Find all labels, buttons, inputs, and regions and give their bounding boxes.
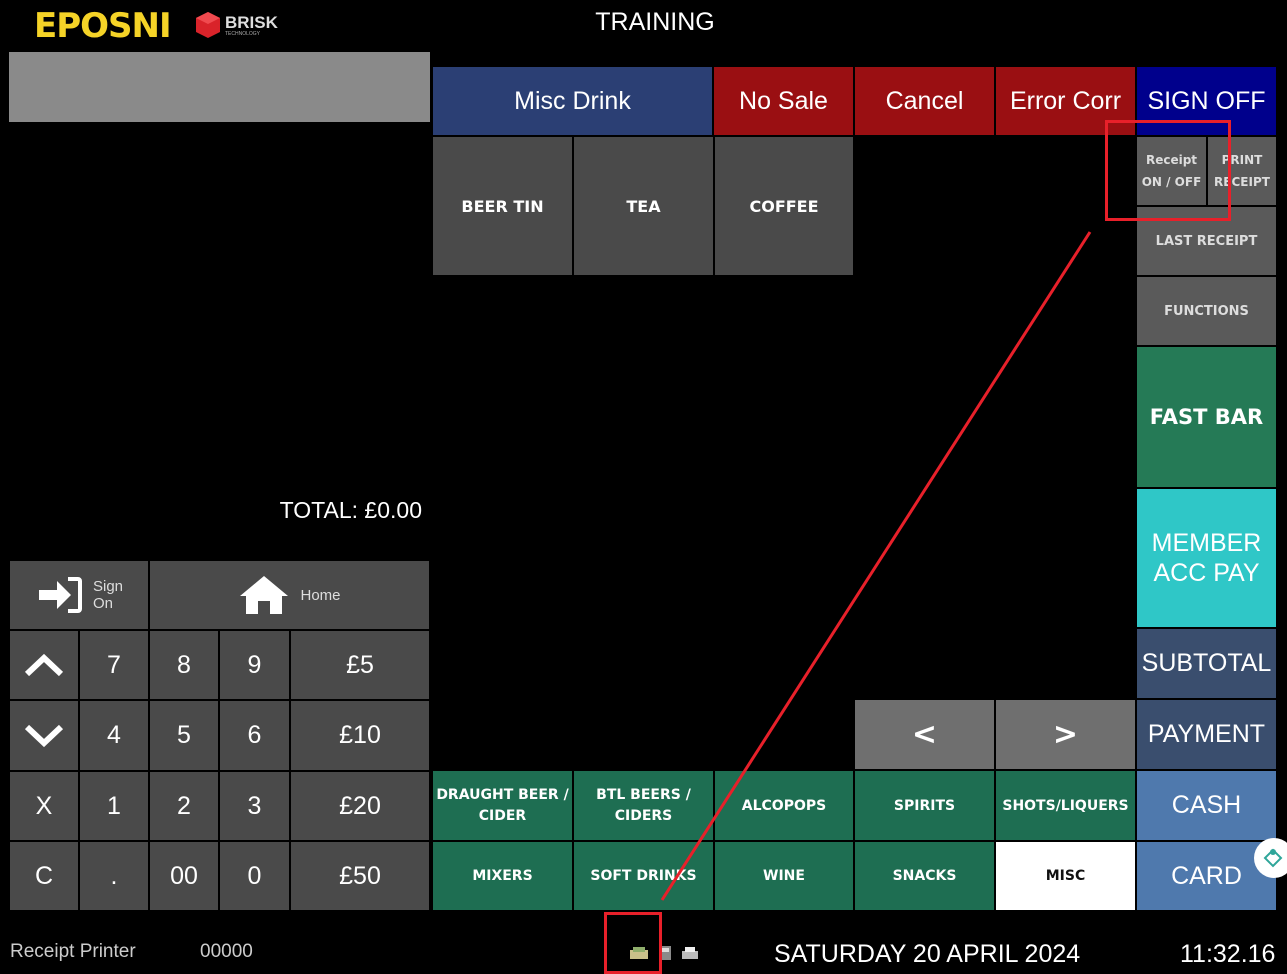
annotation-arrow-line [660,231,1092,901]
